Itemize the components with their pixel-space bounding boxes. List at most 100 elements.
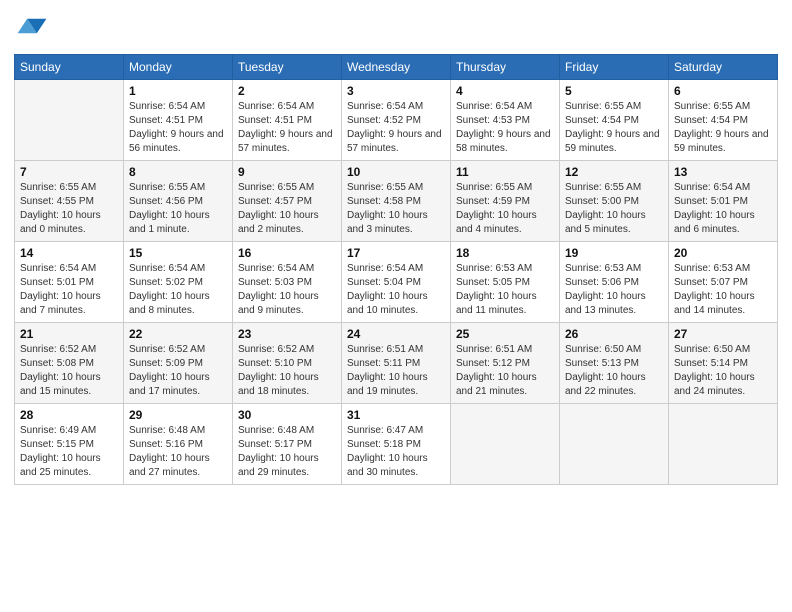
calendar-cell: 28 Sunrise: 6:49 AMSunset: 5:15 PMDayligh… <box>15 404 124 485</box>
day-number: 22 <box>129 327 227 341</box>
calendar-cell: 22 Sunrise: 6:52 AMSunset: 5:09 PMDayligh… <box>124 323 233 404</box>
day-info: Sunrise: 6:55 AMSunset: 4:56 PMDaylight:… <box>129 181 227 237</box>
day-number: 1 <box>129 84 227 98</box>
day-info: Sunrise: 6:54 AMSunset: 5:04 PMDaylight:… <box>347 262 445 318</box>
calendar-cell: 10 Sunrise: 6:55 AMSunset: 4:58 PMDayligh… <box>342 161 451 242</box>
calendar-cell: 6 Sunrise: 6:55 AMSunset: 4:54 PMDaylight… <box>669 80 778 161</box>
day-info: Sunrise: 6:51 AMSunset: 5:11 PMDaylight:… <box>347 343 445 399</box>
day-number: 3 <box>347 84 445 98</box>
day-number: 15 <box>129 246 227 260</box>
day-number: 16 <box>238 246 336 260</box>
calendar-cell: 1 Sunrise: 6:54 AMSunset: 4:51 PMDaylight… <box>124 80 233 161</box>
calendar-cell <box>451 404 560 485</box>
day-number: 9 <box>238 165 336 179</box>
day-number: 24 <box>347 327 445 341</box>
calendar-cell: 2 Sunrise: 6:54 AMSunset: 4:51 PMDaylight… <box>233 80 342 161</box>
day-number: 10 <box>347 165 445 179</box>
day-info: Sunrise: 6:50 AMSunset: 5:14 PMDaylight:… <box>674 343 772 399</box>
calendar-cell <box>669 404 778 485</box>
day-number: 31 <box>347 408 445 422</box>
day-info: Sunrise: 6:54 AMSunset: 5:01 PMDaylight:… <box>20 262 118 318</box>
calendar-cell: 24 Sunrise: 6:51 AMSunset: 5:11 PMDayligh… <box>342 323 451 404</box>
day-number: 6 <box>674 84 772 98</box>
day-info: Sunrise: 6:52 AMSunset: 5:10 PMDaylight:… <box>238 343 336 399</box>
day-of-week-header: Saturday <box>669 55 778 80</box>
day-of-week-header: Wednesday <box>342 55 451 80</box>
calendar-cell: 23 Sunrise: 6:52 AMSunset: 5:10 PMDayligh… <box>233 323 342 404</box>
calendar-cell: 29 Sunrise: 6:48 AMSunset: 5:16 PMDayligh… <box>124 404 233 485</box>
calendar-cell <box>560 404 669 485</box>
calendar-cell: 11 Sunrise: 6:55 AMSunset: 4:59 PMDayligh… <box>451 161 560 242</box>
calendar-cell: 14 Sunrise: 6:54 AMSunset: 5:01 PMDayligh… <box>15 242 124 323</box>
day-number: 12 <box>565 165 663 179</box>
header <box>14 10 778 46</box>
day-number: 27 <box>674 327 772 341</box>
day-number: 14 <box>20 246 118 260</box>
calendar-cell: 21 Sunrise: 6:52 AMSunset: 5:08 PMDayligh… <box>15 323 124 404</box>
calendar-cell: 7 Sunrise: 6:55 AMSunset: 4:55 PMDaylight… <box>15 161 124 242</box>
calendar-cell: 27 Sunrise: 6:50 AMSunset: 5:14 PMDayligh… <box>669 323 778 404</box>
day-number: 26 <box>565 327 663 341</box>
day-of-week-header: Tuesday <box>233 55 342 80</box>
day-info: Sunrise: 6:54 AMSunset: 4:52 PMDaylight:… <box>347 100 445 156</box>
day-number: 13 <box>674 165 772 179</box>
day-number: 20 <box>674 246 772 260</box>
day-number: 30 <box>238 408 336 422</box>
calendar-table: SundayMondayTuesdayWednesdayThursdayFrid… <box>14 54 778 485</box>
day-info: Sunrise: 6:54 AMSunset: 4:51 PMDaylight:… <box>238 100 336 156</box>
logo <box>14 14 48 46</box>
day-number: 5 <box>565 84 663 98</box>
day-info: Sunrise: 6:50 AMSunset: 5:13 PMDaylight:… <box>565 343 663 399</box>
day-info: Sunrise: 6:54 AMSunset: 5:03 PMDaylight:… <box>238 262 336 318</box>
day-of-week-header: Monday <box>124 55 233 80</box>
calendar-cell: 15 Sunrise: 6:54 AMSunset: 5:02 PMDayligh… <box>124 242 233 323</box>
logo-icon <box>16 14 48 46</box>
day-number: 11 <box>456 165 554 179</box>
calendar-cell: 17 Sunrise: 6:54 AMSunset: 5:04 PMDayligh… <box>342 242 451 323</box>
day-number: 21 <box>20 327 118 341</box>
day-info: Sunrise: 6:55 AMSunset: 4:58 PMDaylight:… <box>347 181 445 237</box>
calendar-cell: 5 Sunrise: 6:55 AMSunset: 4:54 PMDaylight… <box>560 80 669 161</box>
day-number: 25 <box>456 327 554 341</box>
calendar-cell <box>15 80 124 161</box>
calendar-cell: 26 Sunrise: 6:50 AMSunset: 5:13 PMDayligh… <box>560 323 669 404</box>
day-number: 23 <box>238 327 336 341</box>
day-info: Sunrise: 6:52 AMSunset: 5:09 PMDaylight:… <box>129 343 227 399</box>
day-info: Sunrise: 6:49 AMSunset: 5:15 PMDaylight:… <box>20 424 118 480</box>
calendar-cell: 9 Sunrise: 6:55 AMSunset: 4:57 PMDaylight… <box>233 161 342 242</box>
day-info: Sunrise: 6:55 AMSunset: 4:57 PMDaylight:… <box>238 181 336 237</box>
day-number: 2 <box>238 84 336 98</box>
day-info: Sunrise: 6:54 AMSunset: 5:01 PMDaylight:… <box>674 181 772 237</box>
day-info: Sunrise: 6:48 AMSunset: 5:16 PMDaylight:… <box>129 424 227 480</box>
page-container: SundayMondayTuesdayWednesdayThursdayFrid… <box>0 0 792 495</box>
day-number: 7 <box>20 165 118 179</box>
day-number: 29 <box>129 408 227 422</box>
day-number: 18 <box>456 246 554 260</box>
calendar-cell: 20 Sunrise: 6:53 AMSunset: 5:07 PMDayligh… <box>669 242 778 323</box>
day-info: Sunrise: 6:53 AMSunset: 5:07 PMDaylight:… <box>674 262 772 318</box>
calendar-cell: 19Sunrise: 6:53 AMSunset: 5:06 PMDayligh… <box>560 242 669 323</box>
day-info: Sunrise: 6:52 AMSunset: 5:08 PMDaylight:… <box>20 343 118 399</box>
day-info: Sunrise: 6:55 AMSunset: 4:54 PMDaylight:… <box>674 100 772 156</box>
day-of-week-header: Friday <box>560 55 669 80</box>
day-info: Sunrise: 6:51 AMSunset: 5:12 PMDaylight:… <box>456 343 554 399</box>
day-info: Sunrise: 6:54 AMSunset: 4:51 PMDaylight:… <box>129 100 227 156</box>
calendar-cell: 31Sunrise: 6:47 AMSunset: 5:18 PMDayligh… <box>342 404 451 485</box>
calendar-cell: 25 Sunrise: 6:51 AMSunset: 5:12 PMDayligh… <box>451 323 560 404</box>
day-number: 19 <box>565 246 663 260</box>
day-info: Sunrise: 6:53 AMSunset: 5:05 PMDaylight:… <box>456 262 554 318</box>
day-number: 28 <box>20 408 118 422</box>
calendar-cell: 13 Sunrise: 6:54 AMSunset: 5:01 PMDayligh… <box>669 161 778 242</box>
calendar-cell: 16 Sunrise: 6:54 AMSunset: 5:03 PMDayligh… <box>233 242 342 323</box>
day-number: 4 <box>456 84 554 98</box>
calendar-cell: 8 Sunrise: 6:55 AMSunset: 4:56 PMDaylight… <box>124 161 233 242</box>
calendar-cell: 18 Sunrise: 6:53 AMSunset: 5:05 PMDayligh… <box>451 242 560 323</box>
day-info: Sunrise: 6:54 AMSunset: 5:02 PMDaylight:… <box>129 262 227 318</box>
day-info: Sunrise: 6:48 AMSunset: 5:17 PMDaylight:… <box>238 424 336 480</box>
day-number: 17 <box>347 246 445 260</box>
day-info: Sunrise: 6:55 AMSunset: 4:54 PMDaylight:… <box>565 100 663 156</box>
day-number: 8 <box>129 165 227 179</box>
day-info: Sunrise: 6:55 AMSunset: 4:59 PMDaylight:… <box>456 181 554 237</box>
day-info: Sunrise: 6:55 AMSunset: 4:55 PMDaylight:… <box>20 181 118 237</box>
calendar-cell: 30 Sunrise: 6:48 AMSunset: 5:17 PMDayligh… <box>233 404 342 485</box>
